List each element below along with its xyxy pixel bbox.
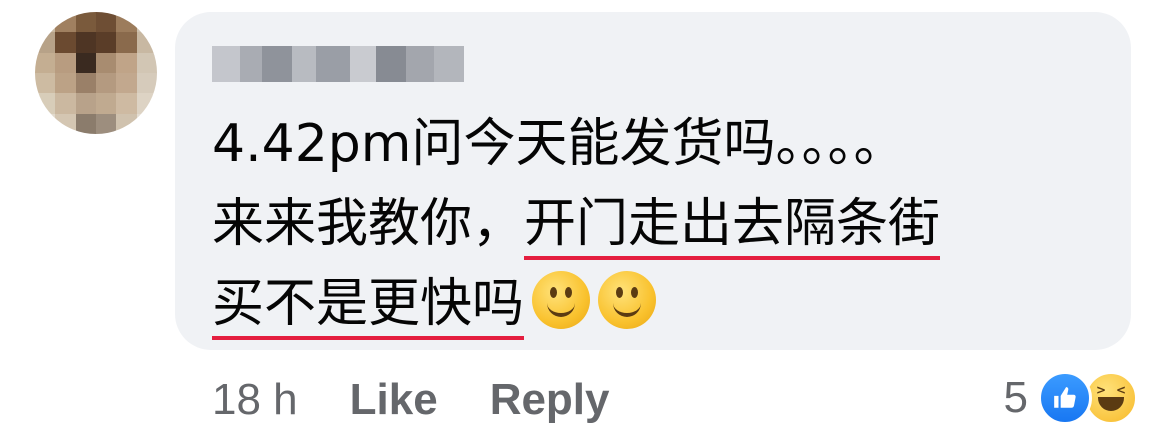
comment-line-3: 买不是更快吗 bbox=[212, 264, 1112, 344]
comment-text: 4.42pm问今天能发货吗。。。。 来来我教你，开门走出去隔条街 买不是更快吗 bbox=[212, 104, 1112, 344]
slightly-smiling-face-icon bbox=[598, 271, 657, 329]
like-button[interactable]: Like bbox=[350, 375, 438, 425]
slightly-smiling-face-icon bbox=[532, 271, 591, 329]
underlined-text-2: 买不是更快吗 bbox=[212, 274, 525, 340]
author-name-pixelated[interactable] bbox=[212, 46, 464, 82]
comment-line-2: 来来我教你，开门走出去隔条街 bbox=[212, 184, 1112, 264]
comment-line-2-plain: 来来我教你， bbox=[212, 194, 525, 254]
reactions-summary[interactable]: 5 > < bbox=[1004, 370, 1138, 426]
comment-actions: 18 h Like Reply bbox=[212, 372, 610, 428]
timestamp[interactable]: 18 h bbox=[212, 375, 298, 425]
haha-icon: > < bbox=[1084, 371, 1138, 425]
like-icon bbox=[1038, 371, 1092, 425]
underlined-text-1: 开门走出去隔条街 bbox=[524, 194, 941, 260]
reply-button[interactable]: Reply bbox=[490, 375, 610, 425]
comment-line-1: 4.42pm问今天能发货吗。。。。 bbox=[212, 114, 906, 174]
reaction-count: 5 bbox=[1003, 373, 1028, 422]
avatar[interactable] bbox=[35, 12, 157, 134]
